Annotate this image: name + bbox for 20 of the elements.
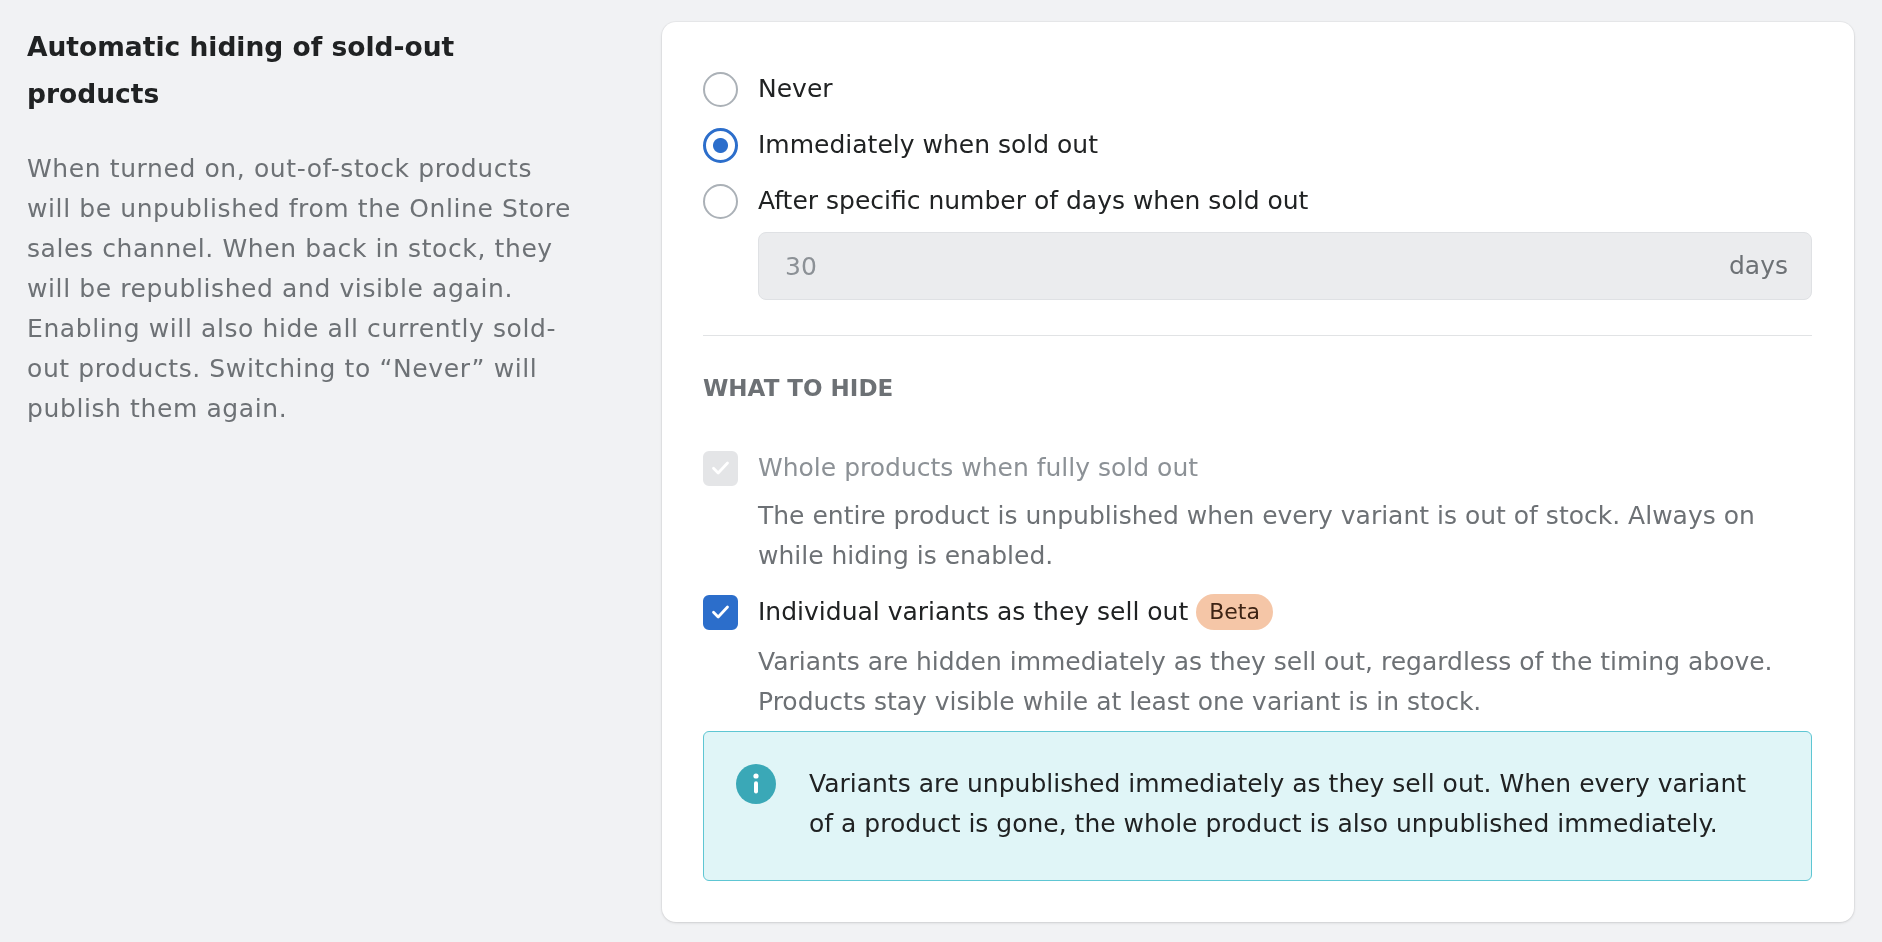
option-description: Variants are hidden immediately as they sell out, regardless of the timing above. Products stay visible while at least one variant is in stock. — [758, 646, 1774, 718]
beta-badge: Beta — [1196, 594, 1273, 630]
info-icon — [736, 764, 776, 804]
checkmark-icon — [711, 461, 730, 475]
option-label[interactable]: Immediately when sold out — [758, 125, 1098, 165]
radio-button[interactable] — [703, 183, 738, 219]
checkmark-icon — [711, 605, 730, 619]
section-title: Automatic hiding of sold-out products — [27, 30, 456, 111]
days-unit-label: days — [1729, 250, 1788, 282]
option-label[interactable]: After specific number of days when sold out — [758, 181, 1309, 221]
option-label[interactable]: Individual variants as they sell out — [758, 592, 1189, 632]
option-description: The entire product is unpublished when every variant is out of stock. Always on while hiding is enabled. — [758, 500, 1756, 572]
info-text: Variants are unpublished immediately as they sell out. When every variant of a product is gone, the whole product is also unpublished immediately. — [809, 768, 1748, 840]
section-heading: WHAT TO HIDE — [703, 374, 895, 403]
checkbox[interactable] — [703, 594, 738, 630]
option-label[interactable]: Never — [758, 69, 833, 109]
section-description: When turned on, out-of-stock products will be unpublished from the Online Store sales channel. When back in stock, they will be republished and visible again. Enabling will also hide all currently sold-out products. Switching to “Never” will publish them again. — [27, 153, 573, 425]
option-label: Whole products when fully sold out — [758, 452, 1199, 484]
radio-button[interactable] — [703, 71, 738, 107]
radio-button[interactable] — [703, 127, 738, 163]
